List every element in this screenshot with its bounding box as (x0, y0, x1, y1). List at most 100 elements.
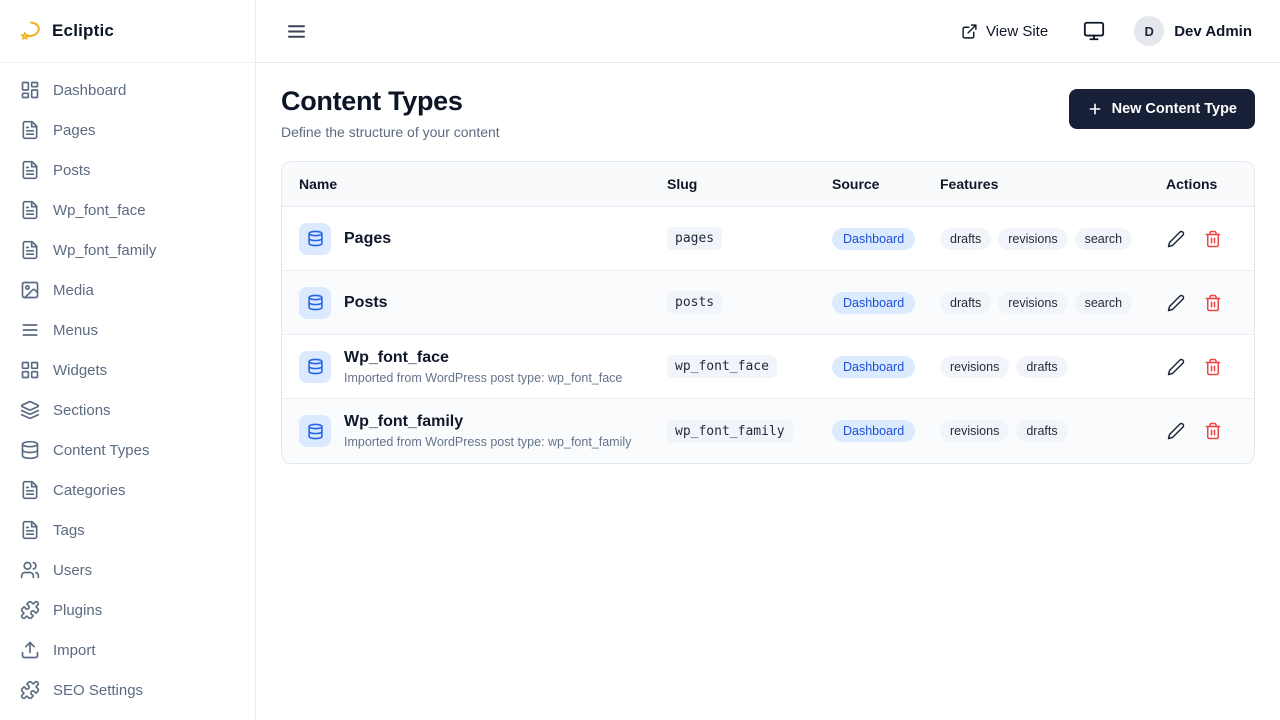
delete-button[interactable] (1201, 291, 1225, 315)
main-area: View Site D Dev Admin Content Types Defi… (256, 0, 1280, 720)
slug-pill: pages (667, 227, 722, 250)
slug-pill: posts (667, 291, 722, 314)
feature-pill: revisions (940, 420, 1009, 442)
file-icon (20, 160, 40, 180)
features-cell: revisionsdrafts (932, 420, 1154, 442)
file-icon (20, 520, 40, 540)
trash-icon (1204, 230, 1222, 248)
content-type-description: Imported from WordPress post type: wp_fo… (344, 371, 622, 385)
source-badge: Dashboard (832, 228, 915, 250)
pencil-icon (1167, 422, 1185, 440)
sidebar-item-tags[interactable]: Tags (0, 510, 255, 550)
avatar: D (1134, 16, 1164, 46)
file-icon (20, 120, 40, 140)
sidebar-item-wp-font-family[interactable]: Wp_font_family (0, 230, 255, 270)
feature-pill: search (1075, 292, 1133, 314)
sidebar-item-content-types[interactable]: Content Types (0, 430, 255, 470)
file-icon (20, 480, 40, 500)
puzzle-icon (20, 600, 40, 620)
feature-pill: drafts (940, 228, 991, 250)
plus-icon (1087, 101, 1103, 117)
sidebar-item-import[interactable]: Import (0, 630, 255, 670)
feature-pill: revisions (940, 356, 1009, 378)
content-type-description: Imported from WordPress post type: wp_fo… (344, 435, 631, 449)
sidebar-item-pages[interactable]: Pages (0, 110, 255, 150)
hamburger-icon[interactable] (284, 19, 309, 44)
users-icon (20, 560, 40, 580)
puzzle-icon (20, 680, 40, 700)
sidebar: Ecliptic Dashboard Pages Posts Wp_font_f… (0, 0, 256, 720)
menu-lines-icon (20, 320, 40, 340)
slug-pill: wp_font_face (667, 355, 777, 378)
sidebar-item-seo-settings[interactable]: SEO Settings (0, 670, 255, 710)
sidebar-item-sections[interactable]: Sections (0, 390, 255, 430)
delete-button[interactable] (1201, 419, 1225, 443)
pencil-icon (1167, 230, 1185, 248)
file-icon (20, 200, 40, 220)
database-icon (20, 440, 40, 460)
database-icon (299, 287, 331, 319)
sidebar-item-dashboard[interactable]: Dashboard (0, 70, 255, 110)
content-type-name: Posts (344, 294, 388, 312)
edit-button[interactable] (1164, 419, 1188, 443)
table-row: Wp_font_face Imported from WordPress pos… (282, 335, 1254, 399)
sidebar-item-media[interactable]: Media (0, 270, 255, 310)
layers-icon (20, 400, 40, 420)
table-body: Pages pages Dashboard drafts revisions sea… (282, 207, 1254, 463)
content-type-name: Wp_font_face (344, 349, 622, 367)
sidebar-nav: Dashboard Pages Posts Wp_font_face Wp_fo… (0, 63, 255, 710)
content-type-name: Pages (344, 230, 391, 248)
features-cell: drafts revisions search (932, 228, 1154, 250)
database-icon (299, 415, 331, 447)
feature-pill: revisions (998, 292, 1067, 314)
external-link-icon (961, 23, 978, 40)
table-row: Pages pages Dashboard drafts revisions sea… (282, 207, 1254, 271)
delete-button[interactable] (1201, 355, 1225, 379)
new-content-type-label: New Content Type (1112, 101, 1237, 117)
monitor-icon[interactable] (1081, 18, 1107, 44)
image-icon (20, 280, 40, 300)
column-header-source: Source (824, 176, 932, 192)
slug-pill: wp_font_family (667, 420, 793, 443)
source-badge: Dashboard (832, 420, 915, 442)
pencil-icon (1167, 358, 1185, 376)
feature-pill: search (1075, 228, 1133, 250)
sidebar-item-users[interactable]: Users (0, 550, 255, 590)
trash-icon (1204, 294, 1222, 312)
page-title: Content Types (281, 86, 500, 117)
table-header: Name Slug Source Features Actions (282, 162, 1254, 207)
sidebar-item-wp-font-face[interactable]: Wp_font_face (0, 190, 255, 230)
sidebar-item-posts[interactable]: Posts (0, 150, 255, 190)
delete-button[interactable] (1201, 227, 1225, 251)
trash-icon (1204, 422, 1222, 440)
user-menu[interactable]: D Dev Admin (1134, 16, 1252, 46)
view-site-button[interactable]: View Site (955, 22, 1054, 41)
upload-icon (20, 640, 40, 660)
new-content-type-button[interactable]: New Content Type (1069, 89, 1255, 129)
comet-star-icon (17, 18, 43, 44)
column-header-features: Features (932, 176, 1154, 192)
table-row: Wp_font_family Imported from WordPress p… (282, 399, 1254, 463)
column-header-actions: Actions (1154, 176, 1254, 192)
topbar: View Site D Dev Admin (256, 0, 1280, 63)
sidebar-item-plugins[interactable]: Plugins (0, 590, 255, 630)
trash-icon (1204, 358, 1222, 376)
user-name: Dev Admin (1174, 23, 1252, 40)
edit-button[interactable] (1164, 291, 1188, 315)
column-header-slug: Slug (659, 176, 824, 192)
source-badge: Dashboard (832, 356, 915, 378)
sidebar-item-menus[interactable]: Menus (0, 310, 255, 350)
feature-pill: drafts (940, 292, 991, 314)
view-site-label: View Site (986, 23, 1048, 40)
sidebar-item-widgets[interactable]: Widgets (0, 350, 255, 390)
edit-button[interactable] (1164, 227, 1188, 251)
content-type-name: Wp_font_family (344, 413, 631, 431)
feature-pill: revisions (998, 228, 1067, 250)
feature-pill: drafts (1016, 356, 1067, 378)
column-header-name: Name (282, 176, 659, 192)
features-cell: drafts revisions search (932, 292, 1154, 314)
content: Content Types Define the structure of yo… (256, 63, 1280, 464)
sidebar-item-categories[interactable]: Categories (0, 470, 255, 510)
dashboard-icon (20, 80, 40, 100)
edit-button[interactable] (1164, 355, 1188, 379)
